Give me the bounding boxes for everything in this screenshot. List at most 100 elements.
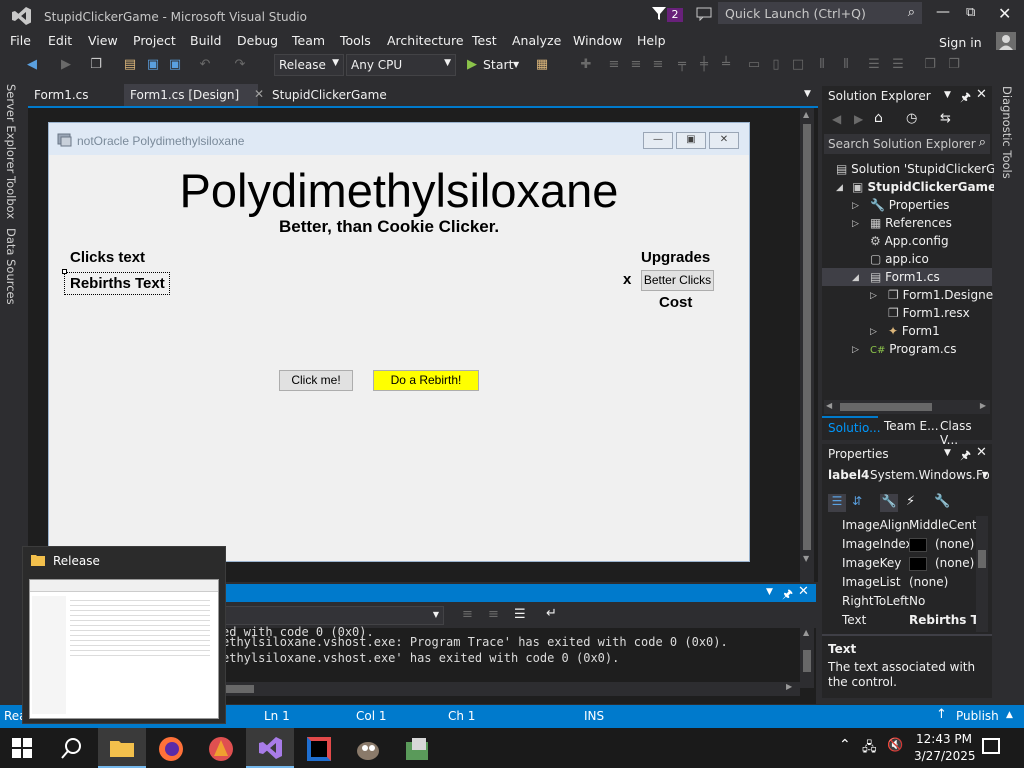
paint-taskbar-button[interactable] <box>208 736 234 765</box>
scroll-right-icon[interactable]: ▶ <box>980 401 986 410</box>
app-taskbar-button[interactable] <box>404 736 430 765</box>
prop-value-imageindex[interactable]: (none) <box>935 537 974 551</box>
menu-analyze[interactable]: Analyze <box>512 33 561 48</box>
tab-class-view[interactable]: Class V... <box>940 419 992 447</box>
undo-icon[interactable]: ↶ <box>197 57 213 73</box>
menu-file[interactable]: File <box>10 33 31 48</box>
categorized-icon[interactable]: ☰ <box>828 494 846 512</box>
tab-stupidclickergame[interactable]: StupidClickerGame <box>266 84 393 106</box>
publish-menu-icon[interactable]: ▲ <box>1006 710 1013 720</box>
menu-window[interactable]: Window <box>573 33 622 48</box>
scroll-thumb[interactable] <box>978 550 986 568</box>
output-source-select[interactable]: ▼ <box>222 606 444 625</box>
start-dropdown-icon[interactable]: ▼ <box>513 60 519 69</box>
expanded-arrow-icon[interactable]: ◢ <box>852 273 859 283</box>
align-middles-icon[interactable]: ╪ <box>696 57 712 73</box>
solution-search-box[interactable]: Search Solution Explorer ⌕ <box>824 134 990 154</box>
winform-window[interactable]: notOracle Polydimethylsiloxane — ▣ ✕ Pol… <box>48 122 750 562</box>
open-file-icon[interactable]: ▤ <box>122 57 138 73</box>
solution-search-input[interactable]: Search Solution Explorer <box>828 137 976 151</box>
history-icon[interactable]: ◷ <box>906 111 917 126</box>
menu-tools[interactable]: Tools <box>340 33 371 48</box>
output-vertical-scrollbar[interactable]: ▲ <box>800 628 814 688</box>
show-hidden-icons[interactable]: ⌃ <box>839 737 851 753</box>
collapsed-arrow-icon[interactable]: ▷ <box>870 327 877 337</box>
horizontal-spacing-icon[interactable]: ⦀ <box>814 57 830 73</box>
winform-minimize-icon[interactable]: — <box>643 132 673 149</box>
tab-close-icon[interactable]: ✕ <box>254 87 264 101</box>
clock-date[interactable]: 3/27/2025 <box>914 749 976 763</box>
menu-team[interactable]: Team <box>292 33 325 48</box>
menu-build[interactable]: Build <box>190 33 221 48</box>
clear-all-icon[interactable]: ☰ <box>514 607 526 622</box>
filter-icon[interactable] <box>652 7 666 24</box>
bring-to-front-icon[interactable]: ❐ <box>922 57 938 73</box>
tree-form1-resx[interactable]: ❐ Form1.resx <box>888 306 970 320</box>
prop-value-righttoleft[interactable]: No <box>909 594 925 608</box>
align-bottoms-icon[interactable]: ╧ <box>718 57 734 73</box>
tab-form1-design[interactable]: Form1.cs [Design] <box>124 84 258 106</box>
notification-badge[interactable]: 2 <box>667 8 683 22</box>
quick-launch-box[interactable]: Quick Launch (Ctrl+Q) ⌕ <box>718 2 922 24</box>
expanded-arrow-icon[interactable]: ◢ <box>836 183 843 193</box>
se-back-icon[interactable]: ◀ <box>832 112 841 126</box>
prop-value-text[interactable]: Rebirths Te <box>909 613 985 627</box>
winform-maximize-icon[interactable]: ▣ <box>676 132 706 149</box>
taskbar-search-icon[interactable] <box>60 736 84 763</box>
tab-overflow-icon[interactable]: ▼ <box>804 89 811 99</box>
selection-handle[interactable] <box>62 269 67 274</box>
tree-form1-cs[interactable]: ▤ Form1.cs <box>870 270 940 284</box>
feedback-icon[interactable] <box>696 7 712 24</box>
platform-select[interactable]: Any CPU ▼ <box>346 54 456 76</box>
tab-solution-explorer[interactable]: Solutio... <box>822 416 881 438</box>
home-icon[interactable]: ⌂ <box>874 110 883 126</box>
align-tops-icon[interactable]: ╤ <box>674 57 690 73</box>
properties-scrollbar[interactable] <box>976 516 988 632</box>
solution-configs-icon[interactable]: ▦ <box>534 57 550 73</box>
sync-icon[interactable]: ⇆ <box>940 111 951 126</box>
redo-icon[interactable]: ↷ <box>232 57 248 73</box>
scroll-left-icon[interactable]: ◀ <box>826 401 832 410</box>
vertical-spacing-icon[interactable]: ☰ <box>866 57 882 73</box>
scroll-up-icon[interactable]: ▲ <box>803 628 809 637</box>
publish-up-icon[interactable]: ↑ <box>936 707 947 722</box>
action-center-icon[interactable] <box>982 738 1000 754</box>
properties-view-icon[interactable]: 🔧 <box>880 494 898 512</box>
taskbar-thumbnail-preview[interactable]: Release <box>22 546 226 724</box>
menu-architecture[interactable]: Architecture <box>387 33 464 48</box>
firefox-taskbar-button[interactable] <box>158 736 184 765</box>
collapsed-arrow-icon[interactable]: ▷ <box>852 201 859 211</box>
find-prev-icon[interactable]: ≡ <box>462 607 473 622</box>
forward-icon[interactable]: ▶ <box>58 57 74 73</box>
scroll-thumb[interactable] <box>222 685 254 693</box>
search-icon[interactable]: ⌕ <box>979 135 986 150</box>
events-icon[interactable]: ⚡ <box>906 494 915 509</box>
properties-splitter[interactable] <box>822 634 992 636</box>
make-same-width-icon[interactable]: ▭ <box>746 57 762 73</box>
menu-project[interactable]: Project <box>133 33 176 48</box>
save-all-icon[interactable]: ▣ <box>167 57 183 73</box>
menu-help[interactable]: Help <box>637 33 666 48</box>
collapsed-arrow-icon[interactable]: ▷ <box>852 219 859 229</box>
file-explorer-taskbar-button[interactable] <box>98 728 146 768</box>
designer-scrollbar[interactable]: ▲ ▼ <box>800 108 814 582</box>
close-icon[interactable]: ✕ <box>998 4 1011 23</box>
pin-icon[interactable]: 🖈 <box>960 446 971 467</box>
start-play-icon[interactable]: ▶ <box>464 57 480 73</box>
property-pages-icon[interactable]: 🔧 <box>934 494 950 509</box>
diagnostic-tools-tab[interactable]: Diagnostic Tools <box>1000 86 1014 179</box>
find-next-icon[interactable]: ≡ <box>488 607 499 622</box>
scroll-thumb[interactable] <box>803 650 811 672</box>
network-icon[interactable]: 🖧 <box>862 738 877 760</box>
prop-value-imagelist[interactable]: (none) <box>909 575 948 589</box>
prop-value-imagealign[interactable]: MiddleCente <box>909 518 984 532</box>
gimp-taskbar-button[interactable] <box>354 736 382 765</box>
tree-form1-class[interactable]: ✦ Form1 <box>888 324 940 338</box>
tab-form1-cs[interactable]: Form1.cs <box>28 84 95 106</box>
alphabetical-icon[interactable]: ⇵ <box>852 494 862 508</box>
output-text-area[interactable]: ed with code 0 (0x0). ethylsiloxane.vsho… <box>222 625 816 704</box>
align-centers-icon[interactable]: ≡ <box>628 57 644 73</box>
account-icon[interactable] <box>996 32 1016 50</box>
align-grid-icon[interactable]: ✚ <box>578 57 594 73</box>
menu-debug[interactable]: Debug <box>237 33 278 48</box>
